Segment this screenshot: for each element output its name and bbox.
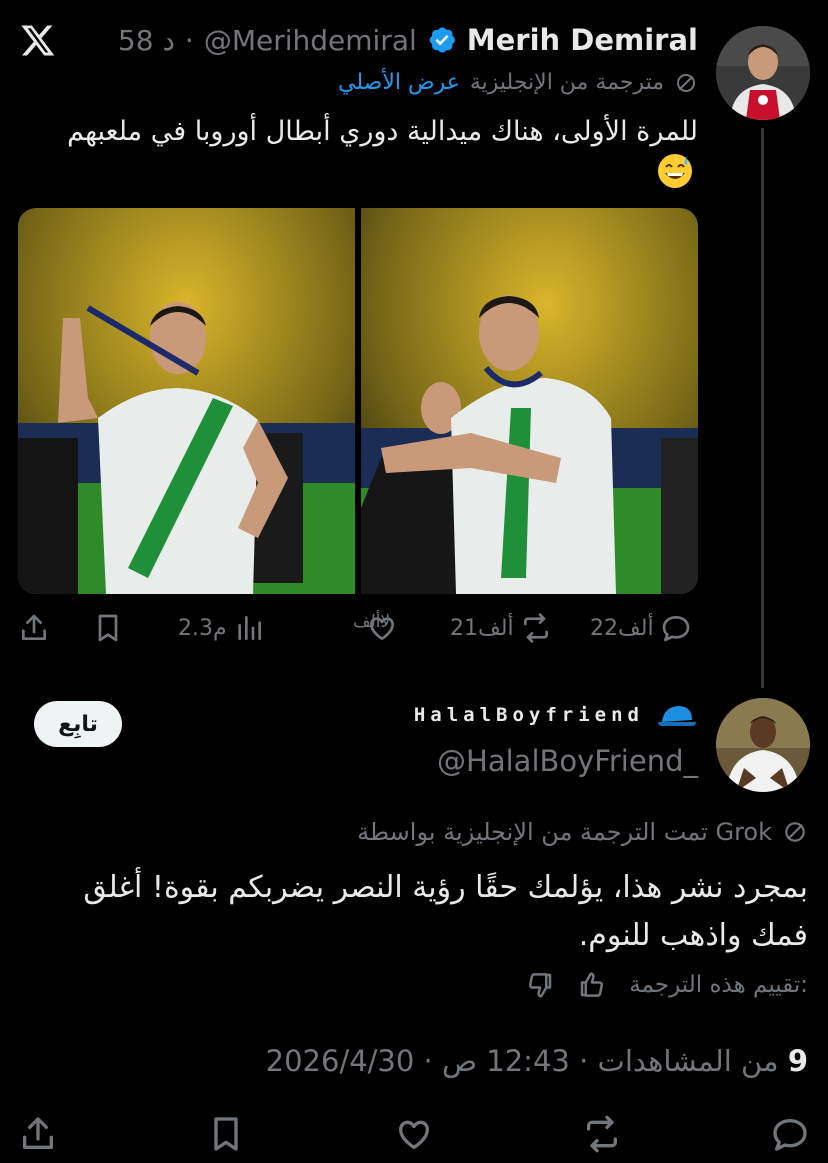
separator-dot: · bbox=[184, 23, 194, 57]
grok-translation-notice: تمت الترجمة من الإنجليزية بواسطة Grok bbox=[357, 818, 808, 846]
tweet-media-grid[interactable] bbox=[18, 208, 698, 594]
separator-dot: · bbox=[569, 1044, 589, 1078]
media-photo-2[interactable] bbox=[361, 208, 698, 594]
replies-count-label: 22ألف bbox=[590, 615, 654, 641]
share-button[interactable] bbox=[18, 606, 50, 650]
media-photo-1[interactable] bbox=[18, 208, 355, 594]
separator-dot: · bbox=[414, 1044, 433, 1078]
views-count-label: 2.3م bbox=[178, 615, 227, 641]
blue-cap-icon bbox=[656, 700, 698, 730]
translated-from-label: مترجمة من الإنجليزية bbox=[469, 70, 664, 95]
rate-translation-label: تقييم هذه الترجمة: bbox=[629, 972, 808, 998]
tweet-text: للمرة الأولى، هناك ميدالية دوري أبطال أو… bbox=[67, 116, 698, 147]
reply-actions bbox=[0, 1110, 828, 1160]
reply-author-row: HalalBoyfriend bbox=[414, 700, 698, 730]
reply-meta: 9 من المشاهدات · 12:43 ص · 2026/4/30 bbox=[266, 1044, 808, 1078]
repost-button[interactable]: 21ألف bbox=[450, 606, 552, 650]
translation-notice: مترجمة من الإنجليزية عرض الأصلي bbox=[338, 70, 698, 95]
translate-icon bbox=[782, 819, 808, 845]
reply-author-handle[interactable]: @HalalBoyFriend_ bbox=[437, 744, 698, 778]
reposts-count-label: 21ألف bbox=[450, 615, 514, 641]
share-icon bbox=[22, 614, 46, 640]
grinning-face-with-sweat-icon bbox=[656, 152, 694, 190]
rate-translation-row: تقييم هذه الترجمة: bbox=[525, 970, 808, 1000]
tweet-header: Merih Demiral @Merihdemiral · 58 د bbox=[118, 22, 698, 58]
verified-badge-icon bbox=[427, 25, 457, 55]
author-name[interactable]: Merih Demiral bbox=[467, 23, 698, 57]
reply-button[interactable] bbox=[770, 1114, 810, 1154]
bookmark-icon bbox=[214, 1117, 238, 1151]
thumbs-up-icon[interactable] bbox=[577, 970, 607, 1000]
likes-count-label: لاألف bbox=[353, 612, 391, 632]
thread-connector-line bbox=[761, 128, 764, 688]
reply-button[interactable]: 22ألف bbox=[590, 606, 692, 650]
reply-author-avatar[interactable] bbox=[716, 698, 810, 792]
translate-icon bbox=[674, 71, 698, 95]
tweet-time[interactable]: 58 د bbox=[118, 24, 175, 57]
like-button[interactable]: لاألف bbox=[353, 606, 398, 650]
show-original-link[interactable]: عرض الأصلي bbox=[338, 70, 460, 95]
repost-icon bbox=[587, 1115, 617, 1153]
like-icon bbox=[399, 1120, 429, 1149]
reply-icon bbox=[662, 616, 689, 642]
tweet-actions: 2.3م لاألف 21ألف 22ألف bbox=[18, 606, 702, 650]
reply-author-name[interactable]: HalalBoyfriend bbox=[414, 704, 644, 726]
bookmark-icon bbox=[98, 614, 118, 642]
follow-button[interactable]: تابِع bbox=[34, 701, 122, 747]
views-count[interactable]: 2.3م bbox=[178, 606, 265, 650]
x-logo-icon[interactable] bbox=[20, 22, 56, 58]
author-handle[interactable]: @Merihdemiral bbox=[204, 24, 417, 57]
like-button[interactable] bbox=[394, 1114, 434, 1154]
reply-date[interactable]: 2026/4/30 bbox=[266, 1044, 415, 1078]
reply-icon bbox=[773, 1119, 807, 1151]
repost-icon bbox=[523, 613, 548, 643]
reply-text: بمجرد نشر هذا، يؤلمك حقًا رؤية النصر يضر… bbox=[83, 870, 808, 953]
reply-time[interactable]: 12:43 ص bbox=[442, 1044, 570, 1078]
reply-views-count: 9 bbox=[787, 1044, 808, 1078]
reply-views-label: من المشاهدات bbox=[597, 1044, 779, 1078]
share-button[interactable] bbox=[18, 1114, 58, 1154]
repost-button[interactable] bbox=[582, 1114, 622, 1154]
thumbs-down-icon[interactable] bbox=[525, 970, 555, 1000]
views-icon bbox=[237, 616, 261, 640]
bookmark-button[interactable] bbox=[206, 1114, 246, 1154]
bookmark-button[interactable] bbox=[92, 606, 124, 650]
share-icon bbox=[23, 1117, 53, 1149]
author-avatar[interactable] bbox=[716, 26, 810, 120]
grok-translation-label: تمت الترجمة من الإنجليزية بواسطة Grok bbox=[357, 818, 772, 846]
